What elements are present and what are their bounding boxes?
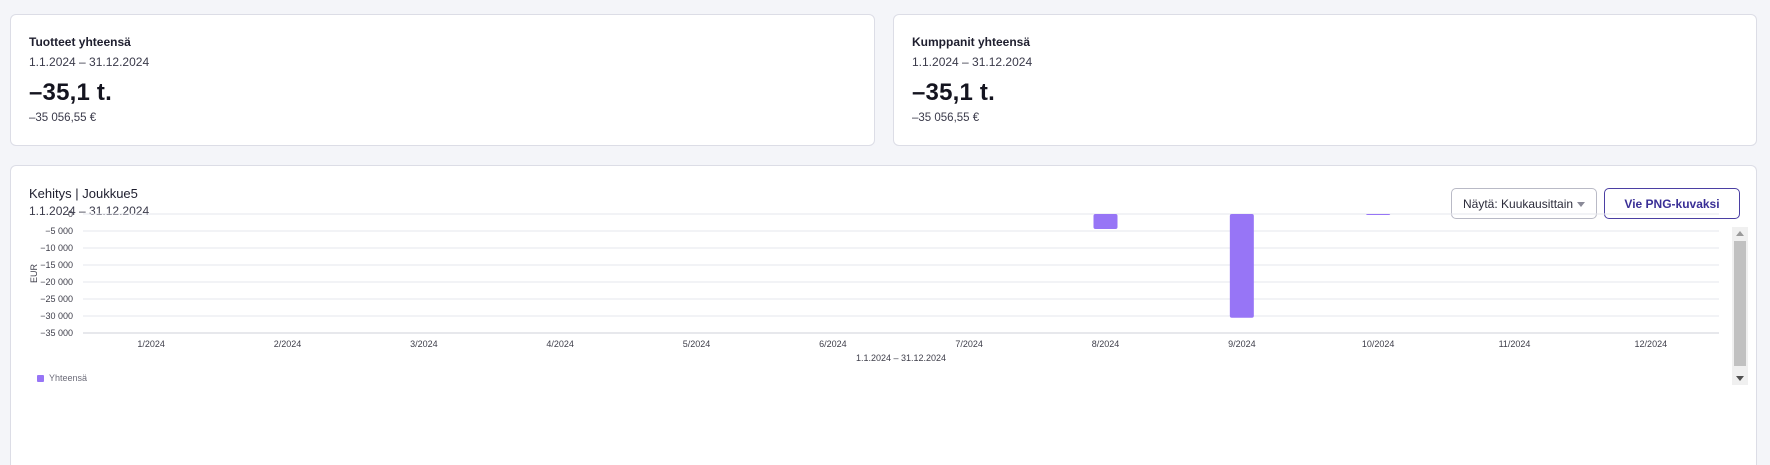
x-tick-label: 5/2024 xyxy=(683,339,711,349)
x-tick-label: 10/2024 xyxy=(1362,339,1395,349)
kpi-date-range: 1.1.2024 – 31.12.2024 xyxy=(912,55,1033,69)
chart-scrollbar[interactable] xyxy=(1732,227,1748,385)
bar-chart: 0 −5 000 −10 000 −15 000 −20 000 −25 000 −30 0… xyxy=(29,209,1719,363)
y-tick-label: −15 000 xyxy=(40,260,73,270)
x-tick-label: 9/2024 xyxy=(1228,339,1256,349)
bar xyxy=(1093,214,1118,229)
x-tick-label: 11/2024 xyxy=(1499,339,1531,349)
x-tick-label: 2/2024 xyxy=(274,339,302,349)
bar xyxy=(1229,214,1254,318)
y-tick-label: −25 000 xyxy=(40,294,73,304)
kpi-title: Tuotteet yhteensä xyxy=(29,35,131,49)
x-tick-label: 3/2024 xyxy=(410,339,438,349)
scroll-up-arrow-icon[interactable] xyxy=(1732,227,1748,241)
y-axis-label: EUR xyxy=(29,264,39,284)
kpi-exact-value: –35 056,55 € xyxy=(29,112,97,124)
chart-legend: Yhteensä xyxy=(37,373,87,383)
kpi-value: –35,1 t. xyxy=(29,79,112,106)
x-tick-label: 4/2024 xyxy=(546,339,574,349)
y-tick-label: −10 000 xyxy=(40,243,73,253)
y-tick-label: −35 000 xyxy=(40,328,73,338)
scroll-thumb[interactable] xyxy=(1734,241,1746,366)
development-chart-card: Kehitys | Joukkue5 1.1.2024 – 31.12.2024… xyxy=(10,165,1757,465)
x-axis-label: 1.1.2024 – 31.12.2024 xyxy=(856,353,946,363)
kpi-exact-value: –35 056,55 € xyxy=(912,112,980,124)
x-tick-label: 1/2024 xyxy=(137,339,165,349)
x-tick-label: 7/2024 xyxy=(955,339,983,349)
bar xyxy=(1366,214,1391,215)
scroll-down-arrow-icon[interactable] xyxy=(1732,371,1748,385)
y-tick-label: −30 000 xyxy=(40,311,73,321)
legend-label: Yhteensä xyxy=(49,373,88,383)
y-tick-label: −5 000 xyxy=(45,226,73,236)
x-tick-label: 8/2024 xyxy=(1092,339,1120,349)
y-tick-label: −20 000 xyxy=(40,277,73,287)
x-tick-label: 6/2024 xyxy=(819,339,847,349)
kpi-date-range: 1.1.2024 – 31.12.2024 xyxy=(29,55,150,69)
kpi-card-products: Tuotteet yhteensä 1.1.2024 – 31.12.2024 … xyxy=(10,14,875,146)
y-tick-label: 0 xyxy=(68,209,73,219)
kpi-card-partners: Kumppanit yhteensä 1.1.2024 – 31.12.2024… xyxy=(893,14,1757,146)
kpi-title: Kumppanit yhteensä xyxy=(912,35,1031,49)
kpi-value: –35,1 t. xyxy=(912,79,995,106)
legend-swatch xyxy=(37,374,44,382)
x-tick-label: 12/2024 xyxy=(1635,339,1668,349)
